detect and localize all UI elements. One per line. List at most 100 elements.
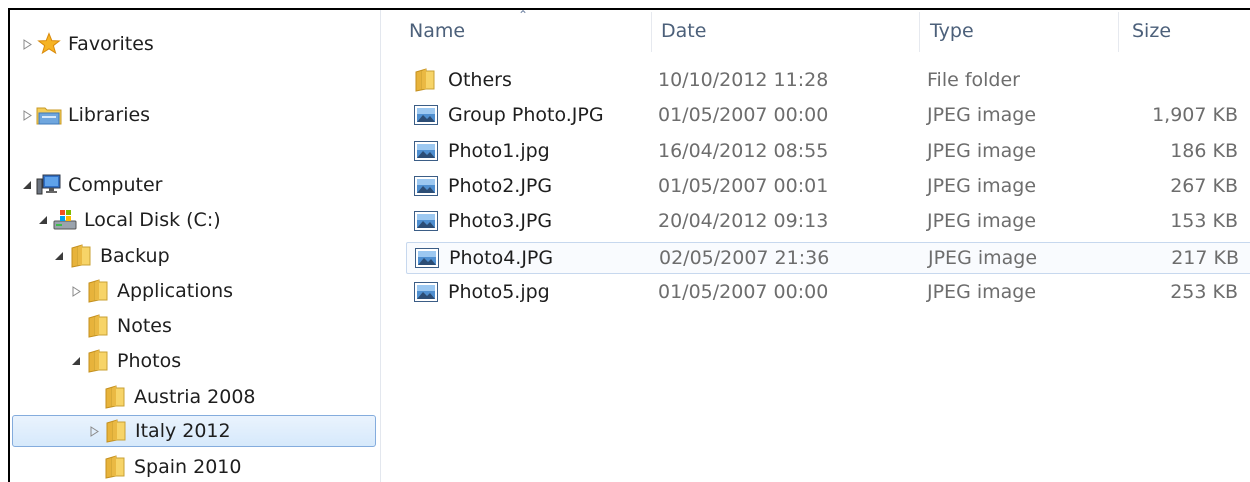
image-file-icon: [414, 281, 438, 303]
file-name-cell: Group Photo.JPG: [414, 100, 604, 130]
file-name-cell: Photo1.jpg: [414, 136, 550, 166]
column-label: Type: [930, 20, 974, 42]
nav-item-italy-2012[interactable]: Italy 2012: [12, 415, 376, 447]
file-size: 153 KB: [1170, 210, 1238, 232]
file-date: 20/04/2012 09:13: [658, 210, 829, 232]
nav-item-applications[interactable]: Applications: [69, 275, 233, 307]
collapse-arrow-icon[interactable]: [52, 249, 66, 263]
file-name: Photo4.JPG: [449, 247, 554, 269]
folder-icon: [414, 68, 438, 92]
column-label: Size: [1132, 20, 1172, 42]
image-file-icon: [415, 247, 439, 269]
folder-icon: [102, 455, 128, 479]
file-row[interactable]: Photo1.jpg 16/04/2012 08:55 JPEG image 186 …: [406, 136, 1250, 168]
nav-item-libraries[interactable]: Libraries: [20, 99, 150, 131]
nav-label: Applications: [117, 280, 234, 302]
expand-arrow-icon[interactable]: [20, 37, 34, 51]
collapse-arrow-icon[interactable]: [69, 354, 83, 368]
file-row[interactable]: Photo3.JPG 20/04/2012 09:13 JPEG image 153 …: [406, 206, 1250, 238]
nav-label: Libraries: [68, 104, 151, 126]
folder-icon: [103, 419, 129, 443]
nav-label: Computer: [68, 174, 163, 196]
file-name: Photo3.JPG: [448, 210, 553, 232]
file-date: 02/05/2007 21:36: [659, 247, 830, 269]
file-name-cell: Photo5.jpg: [414, 277, 550, 307]
nav-item-favorites[interactable]: Favorites: [20, 28, 154, 60]
star-icon: [36, 32, 62, 56]
nav-label: Backup: [100, 245, 170, 267]
explorer-window: Favorites Libraries Computer Local Disk …: [8, 8, 1250, 482]
file-size: 217 KB: [1171, 247, 1239, 269]
file-date: 16/04/2012 08:55: [658, 140, 829, 162]
expand-arrow-icon[interactable]: [87, 424, 101, 438]
navigation-pane[interactable]: Favorites Libraries Computer Local Disk …: [10, 10, 381, 482]
file-list-pane[interactable]: ⌃ Name Date Type Size Others 10/10/2012 1…: [381, 10, 1250, 482]
file-name: Group Photo.JPG: [448, 104, 604, 126]
file-size: 267 KB: [1170, 175, 1238, 197]
nav-item-backup[interactable]: Backup: [52, 240, 170, 272]
file-type: JPEG image: [927, 281, 1037, 303]
file-date: 01/05/2007 00:00: [658, 281, 829, 303]
file-date: 01/05/2007 00:00: [658, 104, 829, 126]
file-row[interactable]: Photo2.JPG 01/05/2007 00:01 JPEG image 267 …: [406, 171, 1250, 203]
nav-item-local-disk[interactable]: Local Disk (C:): [36, 204, 221, 236]
file-type: JPEG image: [927, 175, 1037, 197]
file-name: Photo2.JPG: [448, 175, 553, 197]
column-header-type[interactable]: Type: [902, 10, 1102, 52]
file-name-cell: Others: [414, 65, 512, 95]
folder-icon: [85, 349, 111, 373]
file-row[interactable]: Photo4.JPG 02/05/2007 21:36 JPEG image 217 …: [406, 242, 1250, 274]
column-headers: ⌃ Name Date Type Size: [381, 10, 1250, 52]
file-type: JPEG image: [927, 104, 1037, 126]
file-name-cell: Photo2.JPG: [414, 171, 552, 201]
nav-item-computer[interactable]: Computer: [20, 169, 162, 201]
column-header-date[interactable]: Date: [633, 10, 903, 52]
expand-arrow-icon[interactable]: [20, 108, 34, 122]
file-name-cell: Photo4.JPG: [415, 243, 553, 273]
nav-item-austria-2008[interactable]: Austria 2008: [86, 381, 256, 413]
column-label: Name: [409, 20, 466, 42]
nav-label: Spain 2010: [134, 456, 242, 478]
file-name: Photo5.jpg: [448, 281, 550, 303]
computer-icon: [36, 173, 62, 197]
image-file-icon: [414, 104, 438, 126]
file-size: [1106, 65, 1238, 95]
folder-icon: [85, 314, 111, 338]
folder-icon: [68, 244, 94, 268]
column-header-name[interactable]: Name: [381, 10, 651, 52]
nav-label: Photos: [117, 350, 182, 372]
file-type: JPEG image: [928, 247, 1038, 269]
image-file-icon: [414, 140, 438, 162]
file-size: 253 KB: [1170, 281, 1238, 303]
nav-label: Local Disk (C:): [84, 209, 221, 231]
file-row[interactable]: Photo5.jpg 01/05/2007 00:00 JPEG image 253 …: [406, 277, 1250, 309]
nav-item-notes[interactable]: Notes: [69, 310, 172, 342]
nav-item-spain-2010[interactable]: Spain 2010: [86, 451, 241, 482]
local-disk-icon: [52, 208, 78, 232]
file-size: 186 KB: [1170, 140, 1238, 162]
collapse-arrow-icon[interactable]: [20, 178, 34, 192]
nav-label: Austria 2008: [134, 386, 256, 408]
nav-label: Favorites: [68, 33, 154, 55]
file-date: 01/05/2007 00:01: [658, 175, 829, 197]
folder-icon: [85, 279, 111, 303]
file-name: Photo1.jpg: [448, 140, 550, 162]
nav-label: Notes: [117, 315, 172, 337]
folder-icon: [102, 385, 128, 409]
file-row[interactable]: Group Photo.JPG 01/05/2007 00:00 JPEG imag…: [406, 100, 1250, 132]
file-type: File folder: [927, 69, 1020, 91]
expand-arrow-icon[interactable]: [69, 284, 83, 298]
nav-item-photos[interactable]: Photos: [69, 345, 181, 377]
file-date: 10/10/2012 11:28: [658, 69, 829, 91]
column-label: Date: [661, 20, 707, 42]
file-type: JPEG image: [927, 210, 1037, 232]
file-size: 1,907 KB: [1152, 104, 1238, 126]
column-header-size[interactable]: Size: [1104, 10, 1244, 52]
nav-label: Italy 2012: [135, 420, 231, 442]
image-file-icon: [414, 210, 438, 232]
library-icon: [36, 103, 62, 127]
image-file-icon: [414, 175, 438, 197]
file-row[interactable]: Others 10/10/2012 11:28 File folder: [406, 65, 1250, 97]
file-type: JPEG image: [927, 140, 1037, 162]
collapse-arrow-icon[interactable]: [36, 213, 50, 227]
